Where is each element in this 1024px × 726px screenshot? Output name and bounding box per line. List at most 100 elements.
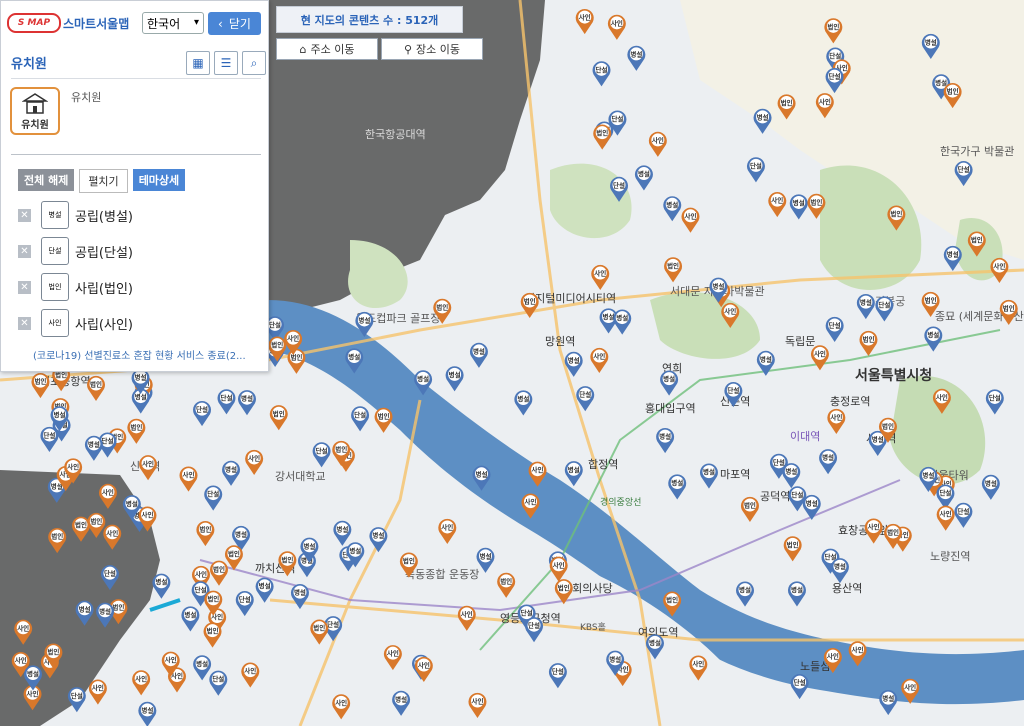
marker-tag: 법인 [436, 302, 448, 311]
marker-tag: 법인 [207, 594, 219, 603]
marker-tag: 병설 [259, 581, 271, 590]
marker-tag: 사인 [441, 522, 453, 531]
category-item-private-individual[interactable]: ✕ 사인 사립(사인) [18, 309, 133, 337]
category-item-public-standalone[interactable]: ✕ 단설 공립(단설) [18, 237, 133, 265]
close-icon[interactable]: ✕ [18, 208, 31, 222]
place-move-label: 장소 이동 [416, 43, 461, 56]
marker-tag: 법인 [524, 296, 536, 305]
marker-tag: 단설 [727, 386, 739, 395]
kindergarten-theme-icon[interactable]: 유치원 [10, 87, 60, 135]
marker-tag: 병설 [476, 469, 488, 478]
marker-tag: 병설 [480, 551, 492, 560]
app-logo[interactable]: S MAP 스마트서울맵 [7, 13, 129, 33]
label-dokrimmun: 독립문 [785, 335, 815, 348]
marker-tag: 사인 [868, 522, 880, 531]
marker-tag: 법인 [781, 98, 793, 107]
label-gongdeok: 공덕역 [760, 490, 790, 503]
language-value: 한국어 [147, 16, 181, 31]
marker-tag: 법인 [882, 421, 894, 430]
marker-tag: 법인 [1003, 303, 1015, 312]
marker-tag: 단설 [195, 585, 207, 594]
language-select[interactable]: 한국어 ▾ [142, 12, 204, 34]
marker-tag: 사인 [248, 453, 260, 462]
marker-tag: 사인 [244, 666, 256, 675]
label-dongjak: 노량진역 [930, 550, 970, 563]
marker-tag: 병설 [834, 562, 846, 571]
marker-tag: 사인 [692, 659, 704, 668]
close-panel-button[interactable]: ‹ 닫기 [208, 12, 261, 35]
marker-tag: 사인 [183, 470, 195, 479]
divider [11, 78, 261, 79]
category-item-public-annex[interactable]: ✕ 병설 공립(병설) [18, 201, 133, 229]
marker-tag: 법인 [947, 87, 959, 96]
marker-tag: 병설 [922, 471, 934, 480]
marker-tag: 법인 [51, 532, 63, 541]
marker-tag: 사인 [387, 649, 399, 658]
marker-tag: 병설 [568, 465, 580, 474]
marker-tag: 법인 [112, 603, 124, 612]
marker-tag: 단설 [207, 489, 219, 498]
category-label: 공립(단설) [75, 245, 133, 261]
clear-all-button[interactable]: 전체 해제 [18, 169, 75, 191]
close-icon[interactable]: ✕ [18, 280, 31, 294]
marker-tag: 병설 [947, 249, 959, 258]
marker-tag: 병설 [336, 524, 348, 533]
category-item-private-corporate[interactable]: ✕ 법인 사립(법인) [18, 273, 133, 301]
marker-tag: 병설 [925, 37, 937, 46]
place-move-button[interactable]: ⚲ 장소 이동 [381, 38, 483, 60]
marker-tag: 병설 [99, 606, 111, 615]
expand-button[interactable]: 펼치기 [79, 169, 128, 193]
label-hongdae: 홍대입구역 [645, 401, 696, 415]
marker-tag: 법인 [667, 261, 679, 270]
smap-logo-mark: S MAP [7, 13, 61, 33]
marker-tag: 병설 [793, 198, 805, 207]
marker-tag: 법인 [787, 540, 799, 549]
marker-tag: 사인 [904, 682, 916, 691]
map-pin-icon: 사인 [41, 309, 69, 337]
marker-tag: 사인 [471, 696, 483, 705]
label-dmc: 디지털미디어시티역 [525, 292, 616, 305]
close-icon[interactable]: ✕ [18, 244, 31, 258]
theme-panel: S MAP 스마트서울맵 한국어 ▾ ‹ 닫기 유치원 ▦ ☰ ⌕ 유치원 유치… [0, 0, 269, 372]
marker-tag: 법인 [500, 576, 512, 585]
notice-link[interactable]: (코로나19) 선별진료소 혼잡 현황 서비스 종료(2... [33, 347, 261, 362]
marker-tag: 법인 [313, 623, 325, 632]
marker-tag: 법인 [378, 411, 390, 420]
marker-tag: 단설 [939, 488, 951, 497]
marker-tag: 병설 [135, 373, 147, 382]
marker-tag: 병설 [372, 531, 384, 540]
marker-tag: 단설 [196, 405, 208, 414]
grid-view-icon[interactable]: ▦ [186, 51, 210, 75]
chevron-down-icon: ▾ [193, 17, 199, 28]
address-move-button[interactable]: ⌂ 주소 이동 [276, 38, 378, 60]
marker-tag: 법인 [213, 564, 225, 573]
list-view-icon[interactable]: ☰ [214, 51, 238, 75]
marker-tag: 사인 [814, 349, 826, 358]
divider [11, 154, 261, 155]
marker-tag: 사인 [993, 262, 1005, 271]
marker-tag: 단설 [552, 667, 564, 676]
marker-tag: 병설 [616, 313, 628, 322]
marker-tag: 병설 [417, 374, 429, 383]
marker-tag: 병설 [225, 464, 237, 473]
theme-detail-button[interactable]: 테마상세 [132, 169, 186, 191]
marker-tag: 법인 [666, 595, 678, 604]
marker-tag: 법인 [90, 380, 102, 389]
marker-tag: 병설 [196, 659, 208, 668]
marker-tag: 병설 [241, 394, 253, 403]
label-national-museum: 한국가구 박물관 [940, 145, 1014, 158]
marker-tag: 단설 [750, 161, 762, 170]
marker-tag: 사인 [819, 97, 831, 106]
label-mokdong: 목동종합 운동장 [405, 568, 479, 581]
marker-tag: 사인 [27, 689, 39, 698]
marker-tag: 단설 [773, 457, 785, 466]
close-icon[interactable]: ✕ [18, 316, 31, 330]
marker-tag: 병설 [473, 346, 485, 355]
marker-tag: 사인 [593, 352, 605, 361]
marker-tag: 병설 [141, 705, 153, 714]
marker-tag: 사인 [525, 497, 537, 506]
marker-tag: 사인 [418, 661, 430, 670]
marker-tag: 법인 [827, 22, 839, 31]
search-icon[interactable]: ⌕ [242, 51, 266, 75]
marker-tag: 병설 [79, 604, 91, 613]
